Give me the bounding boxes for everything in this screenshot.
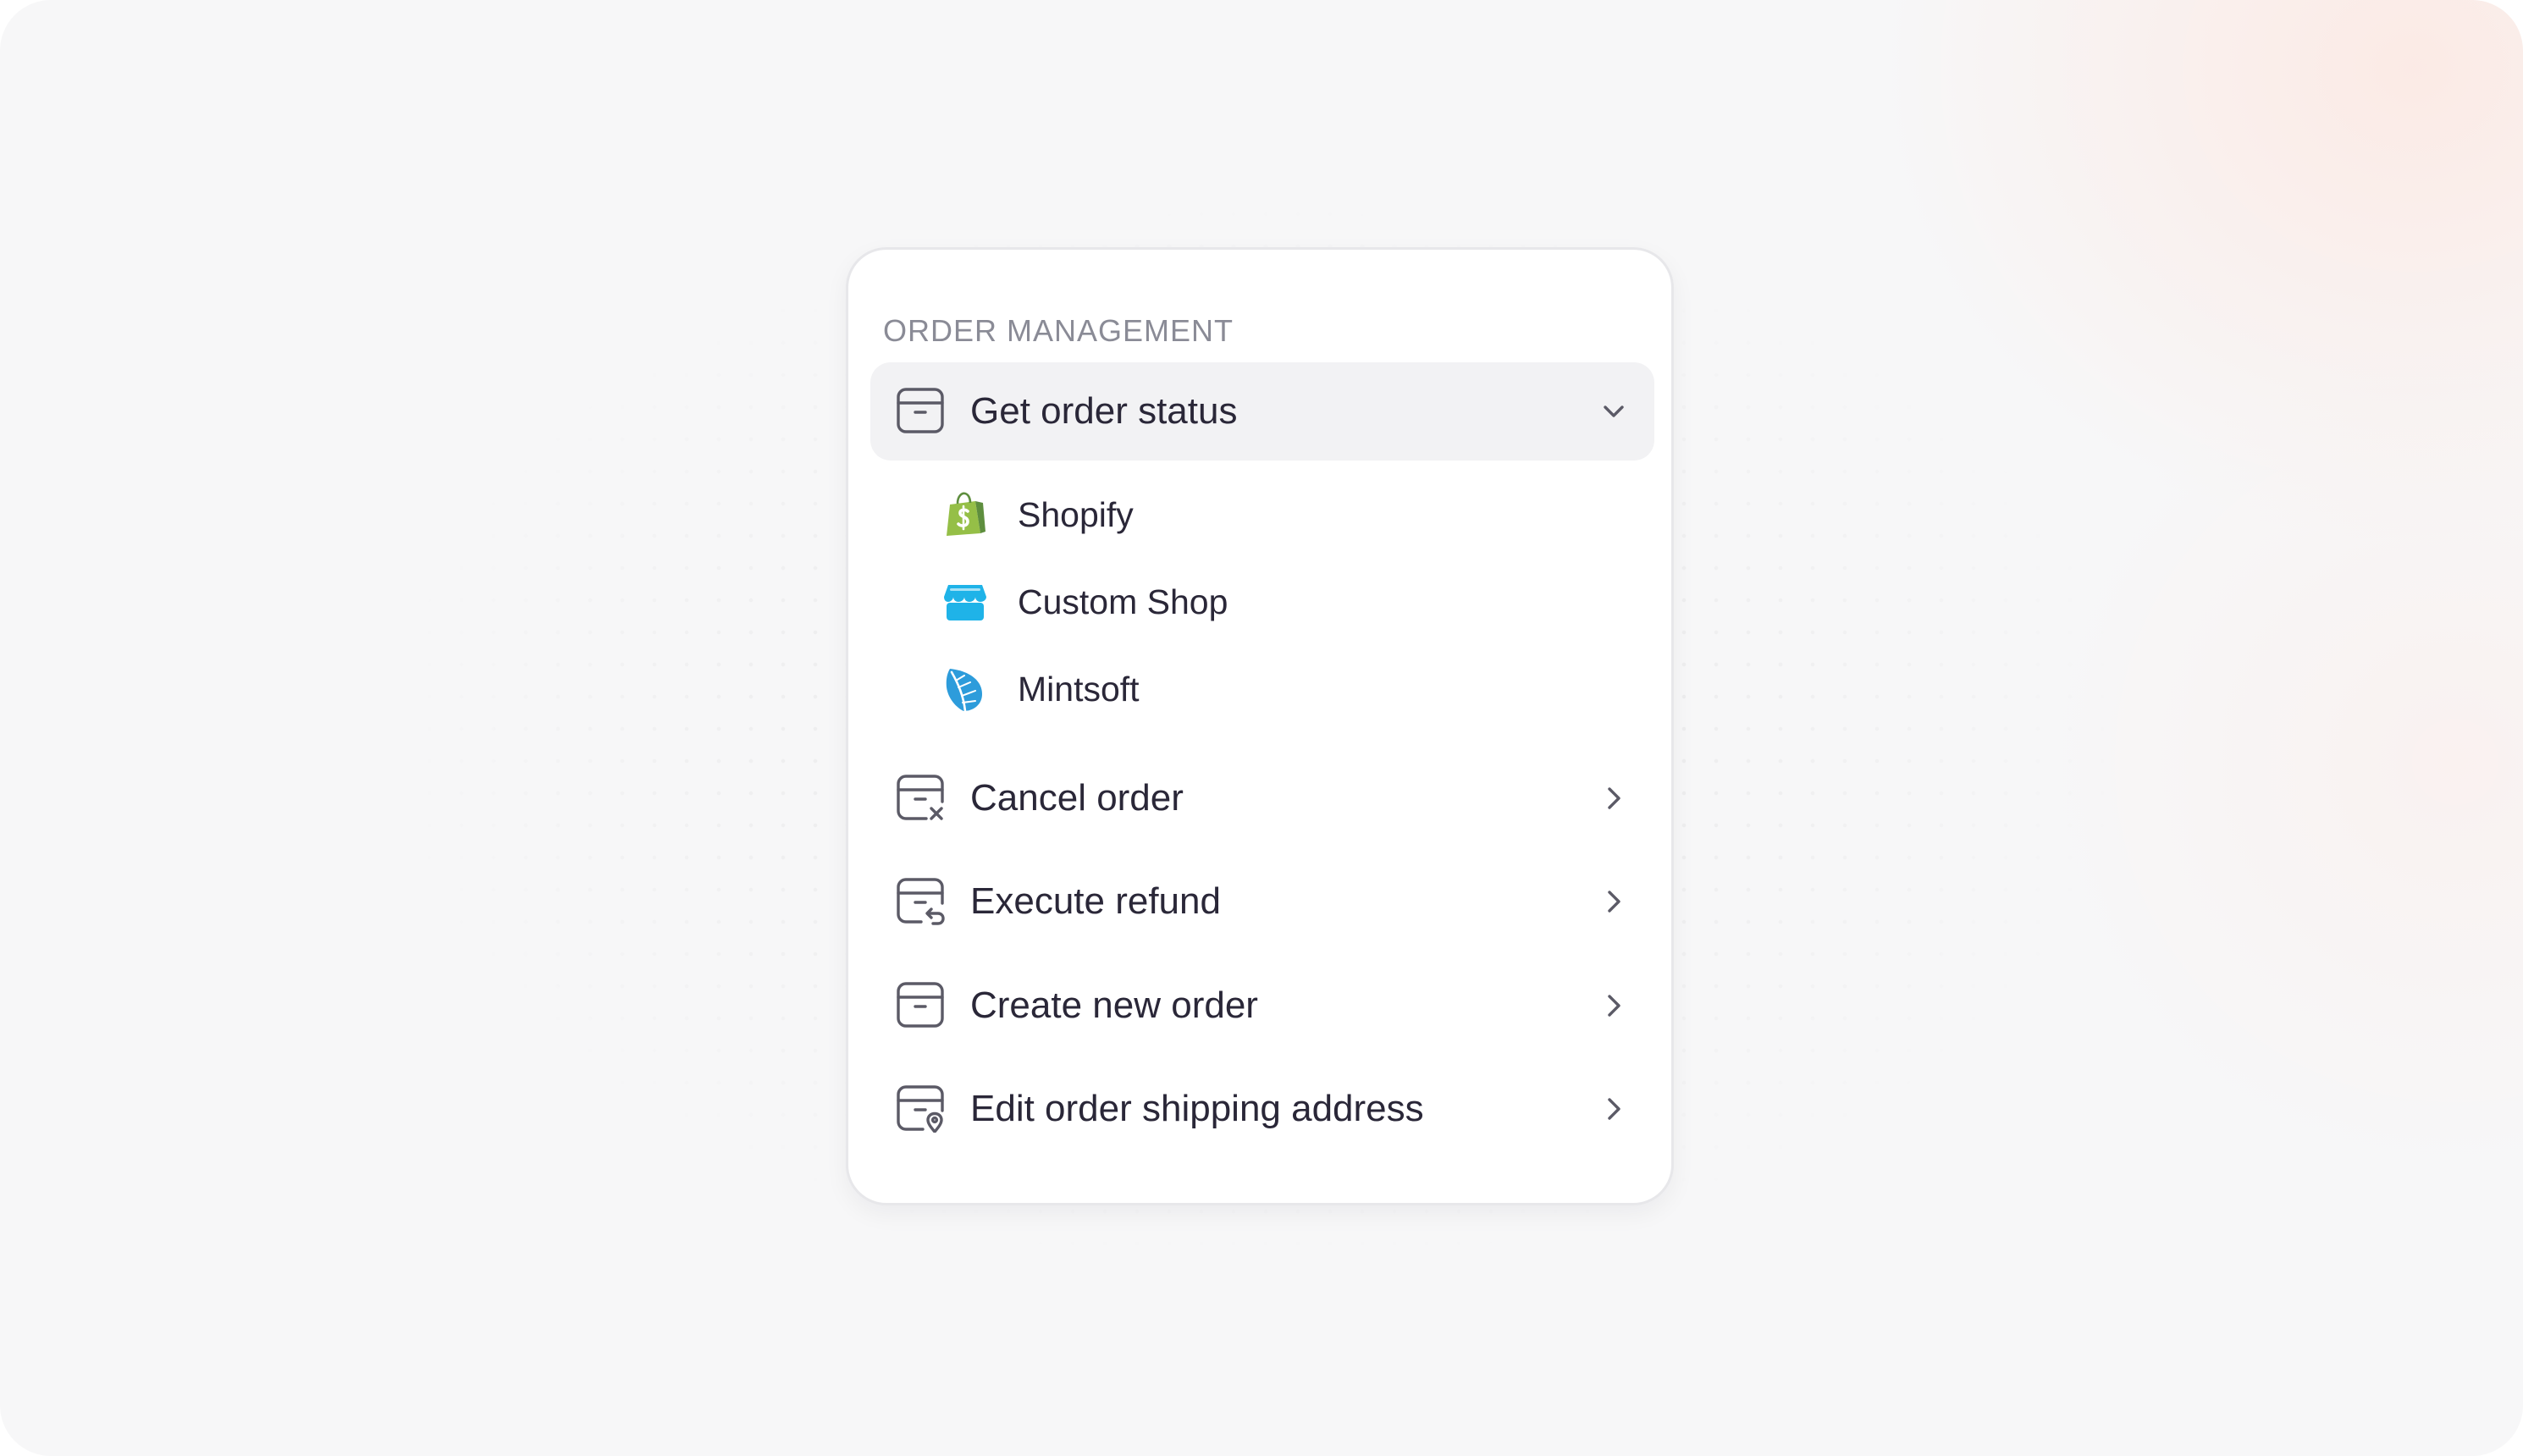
menu-item-label: Edit order shipping address xyxy=(970,1088,1424,1129)
order-management-panel: ORDER MANAGEMENT Get order status Shopif… xyxy=(846,247,1674,1205)
section-title: ORDER MANAGEMENT xyxy=(883,313,1234,348)
menu-item-label: Execute refund xyxy=(970,880,1221,922)
package-refund-icon xyxy=(896,876,945,925)
menu-item-label: Create new order xyxy=(970,984,1258,1026)
canvas-background: ORDER MANAGEMENT Get order status Shopif… xyxy=(0,0,2523,1456)
menu-item-get-order-status[interactable]: Get order status xyxy=(870,362,1654,461)
sub-item-label: Shopify xyxy=(1018,495,1134,534)
menu-item-execute-refund[interactable]: Execute refund xyxy=(870,852,1654,951)
package-icon xyxy=(896,980,945,1029)
package-icon xyxy=(896,386,945,435)
menu-item-label: Get order status xyxy=(970,390,1238,432)
mintsoft-leaf-icon xyxy=(941,665,989,713)
store-icon xyxy=(941,578,989,626)
chevron-right-icon[interactable] xyxy=(1598,1094,1629,1124)
sub-item-shopify[interactable]: Shopify xyxy=(916,477,1644,552)
menu-item-create-new-order[interactable]: Create new order xyxy=(870,957,1654,1055)
sub-item-label: Custom Shop xyxy=(1018,582,1228,621)
menu-item-edit-shipping-address[interactable]: Edit order shipping address xyxy=(870,1060,1654,1158)
sub-item-custom-shop[interactable]: Custom Shop xyxy=(916,565,1644,639)
sub-item-mintsoft[interactable]: Mintsoft xyxy=(916,652,1644,726)
menu-item-label: Cancel order xyxy=(970,777,1184,819)
package-location-icon xyxy=(896,1084,945,1133)
chevron-down-icon[interactable] xyxy=(1598,396,1629,427)
shopify-logo-icon xyxy=(941,491,989,538)
package-cancel-icon xyxy=(896,773,945,822)
menu-item-cancel-order[interactable]: Cancel order xyxy=(870,749,1654,847)
sub-item-label: Mintsoft xyxy=(1018,670,1140,709)
chevron-right-icon[interactable] xyxy=(1598,990,1629,1021)
chevron-right-icon[interactable] xyxy=(1598,886,1629,917)
chevron-right-icon[interactable] xyxy=(1598,783,1629,813)
